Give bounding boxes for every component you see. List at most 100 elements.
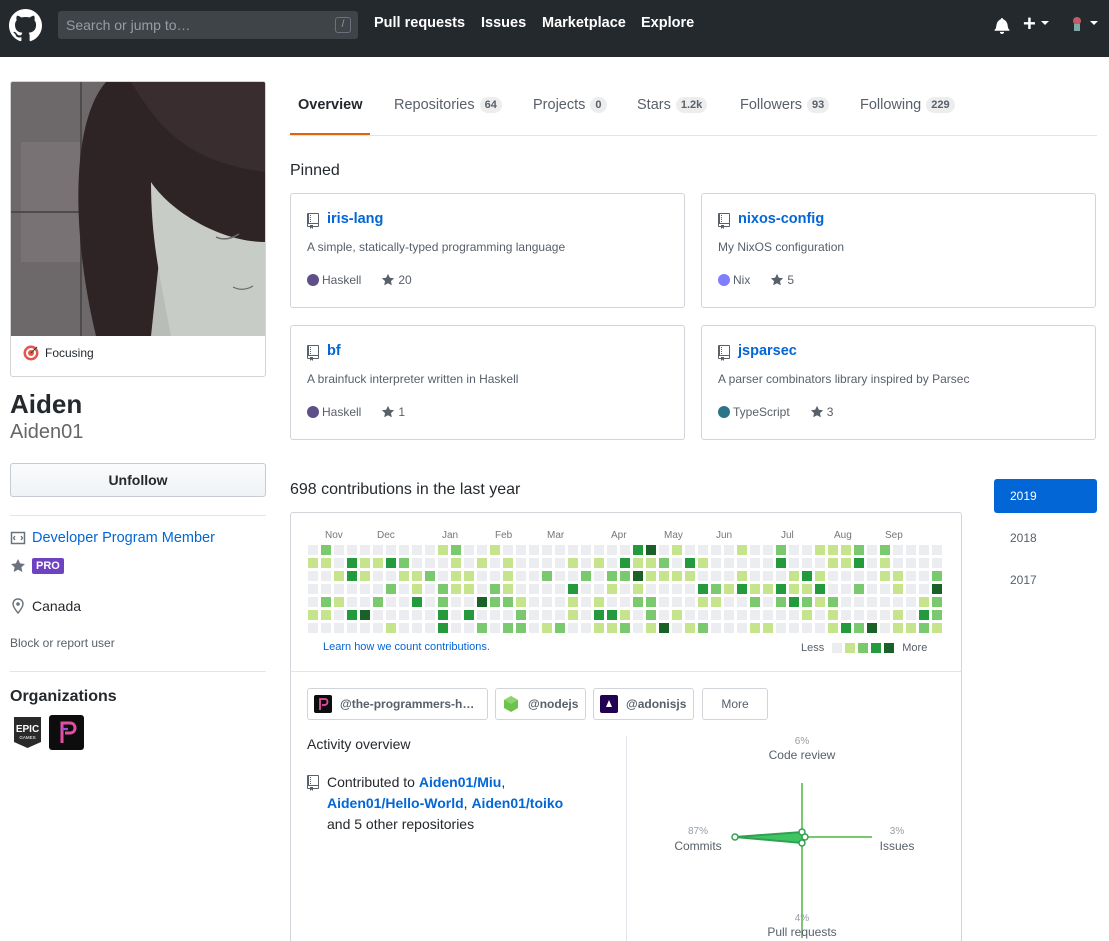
contribution-day-cell[interactable] (412, 597, 422, 607)
contribution-day-cell[interactable] (659, 597, 669, 607)
contribution-day-cell[interactable] (685, 558, 695, 568)
contribution-day-cell[interactable] (373, 545, 383, 555)
org-filter-programmers-hangout[interactable]: @the-programmers-h… (307, 688, 488, 720)
contribution-day-cell[interactable] (568, 597, 578, 607)
contribution-day-cell[interactable] (789, 610, 799, 620)
contribution-day-cell[interactable] (386, 558, 396, 568)
contribution-day-cell[interactable] (438, 584, 448, 594)
contribution-day-cell[interactable] (425, 610, 435, 620)
contribution-day-cell[interactable] (555, 584, 565, 594)
contribution-day-cell[interactable] (490, 545, 500, 555)
contribution-day-cell[interactable] (867, 610, 877, 620)
contribution-day-cell[interactable] (685, 610, 695, 620)
contribution-day-cell[interactable] (646, 558, 656, 568)
contribution-day-cell[interactable] (412, 545, 422, 555)
contribution-day-cell[interactable] (776, 545, 786, 555)
contribution-day-cell[interactable] (659, 623, 669, 633)
contribution-day-cell[interactable] (854, 571, 864, 581)
contribution-day-cell[interactable] (607, 558, 617, 568)
contribution-day-cell[interactable] (451, 623, 461, 633)
contribution-day-cell[interactable] (594, 545, 604, 555)
contribution-day-cell[interactable] (451, 545, 461, 555)
contribution-day-cell[interactable] (646, 597, 656, 607)
contribution-day-cell[interactable] (464, 558, 474, 568)
nav-issues[interactable]: Issues (481, 15, 526, 31)
create-new-plus-icon[interactable]: + (1023, 13, 1036, 35)
contribution-day-cell[interactable] (321, 545, 331, 555)
contribution-day-cell[interactable] (841, 623, 851, 633)
contribution-day-cell[interactable] (477, 610, 487, 620)
contribution-day-cell[interactable] (477, 558, 487, 568)
tab-followers[interactable]: Followers 93 (740, 97, 830, 113)
contribution-day-cell[interactable] (893, 610, 903, 620)
contribution-day-cell[interactable] (581, 545, 591, 555)
contribution-day-cell[interactable] (893, 571, 903, 581)
repo-name-link[interactable]: jsparsec (738, 343, 797, 359)
contribution-day-cell[interactable] (607, 545, 617, 555)
tab-stars[interactable]: Stars 1.2k (637, 97, 708, 113)
contribution-day-cell[interactable] (308, 623, 318, 633)
contribution-day-cell[interactable] (464, 610, 474, 620)
contribution-day-cell[interactable] (672, 571, 682, 581)
contribution-day-cell[interactable] (698, 610, 708, 620)
org-filter-nodejs[interactable]: @nodejs (495, 688, 586, 720)
contribution-day-cell[interactable] (802, 571, 812, 581)
contribution-day-cell[interactable] (360, 571, 370, 581)
contribution-day-cell[interactable] (698, 623, 708, 633)
contribution-day-cell[interactable] (841, 545, 851, 555)
contribution-day-cell[interactable] (308, 584, 318, 594)
contribution-day-cell[interactable] (360, 597, 370, 607)
contribution-day-cell[interactable] (321, 584, 331, 594)
org-the-programmers-hangout[interactable] (49, 715, 84, 750)
contribution-day-cell[interactable] (425, 623, 435, 633)
contribution-day-cell[interactable] (542, 610, 552, 620)
contribution-day-cell[interactable] (802, 584, 812, 594)
contribution-day-cell[interactable] (776, 558, 786, 568)
contribution-day-cell[interactable] (464, 571, 474, 581)
contribution-day-cell[interactable] (399, 558, 409, 568)
contribution-day-cell[interactable] (607, 571, 617, 581)
contribution-day-cell[interactable] (802, 558, 812, 568)
contribution-day-cell[interactable] (568, 584, 578, 594)
contribution-day-cell[interactable] (386, 545, 396, 555)
search-input[interactable] (58, 11, 358, 39)
contribution-day-cell[interactable] (308, 610, 318, 620)
contribution-day-cell[interactable] (373, 571, 383, 581)
contribution-day-cell[interactable] (594, 584, 604, 594)
contribution-day-cell[interactable] (789, 545, 799, 555)
contribution-day-cell[interactable] (737, 610, 747, 620)
contribution-day-cell[interactable] (672, 558, 682, 568)
contribution-day-cell[interactable] (516, 558, 526, 568)
contribution-day-cell[interactable] (542, 597, 552, 607)
contribution-day-cell[interactable] (867, 571, 877, 581)
contribution-day-cell[interactable] (789, 571, 799, 581)
search-box[interactable]: / (58, 11, 358, 39)
contribution-day-cell[interactable] (880, 571, 890, 581)
contribution-day-cell[interactable] (334, 610, 344, 620)
contribution-day-cell[interactable] (919, 584, 929, 594)
contribution-day-cell[interactable] (906, 545, 916, 555)
nav-explore[interactable]: Explore (641, 15, 694, 31)
contribution-day-cell[interactable] (698, 545, 708, 555)
contribution-day-cell[interactable] (815, 545, 825, 555)
contribution-day-cell[interactable] (438, 610, 448, 620)
contribution-day-cell[interactable] (581, 610, 591, 620)
contribution-day-cell[interactable] (776, 597, 786, 607)
contribution-day-cell[interactable] (607, 610, 617, 620)
contribution-day-cell[interactable] (503, 558, 513, 568)
contribution-day-cell[interactable] (633, 623, 643, 633)
contribution-day-cell[interactable] (867, 623, 877, 633)
contribution-day-cell[interactable] (672, 610, 682, 620)
contribution-day-cell[interactable] (451, 558, 461, 568)
contribution-day-cell[interactable] (321, 571, 331, 581)
contribution-day-cell[interactable] (724, 558, 734, 568)
contribution-day-cell[interactable] (594, 610, 604, 620)
contribution-day-cell[interactable] (334, 623, 344, 633)
contributed-repo-link[interactable]: Aiden01/Miu (419, 774, 501, 790)
contribution-day-cell[interactable] (906, 623, 916, 633)
contribution-day-cell[interactable] (880, 610, 890, 620)
contribution-day-cell[interactable] (360, 545, 370, 555)
contribution-day-cell[interactable] (425, 597, 435, 607)
contribution-day-cell[interactable] (542, 623, 552, 633)
contribution-day-cell[interactable] (503, 571, 513, 581)
